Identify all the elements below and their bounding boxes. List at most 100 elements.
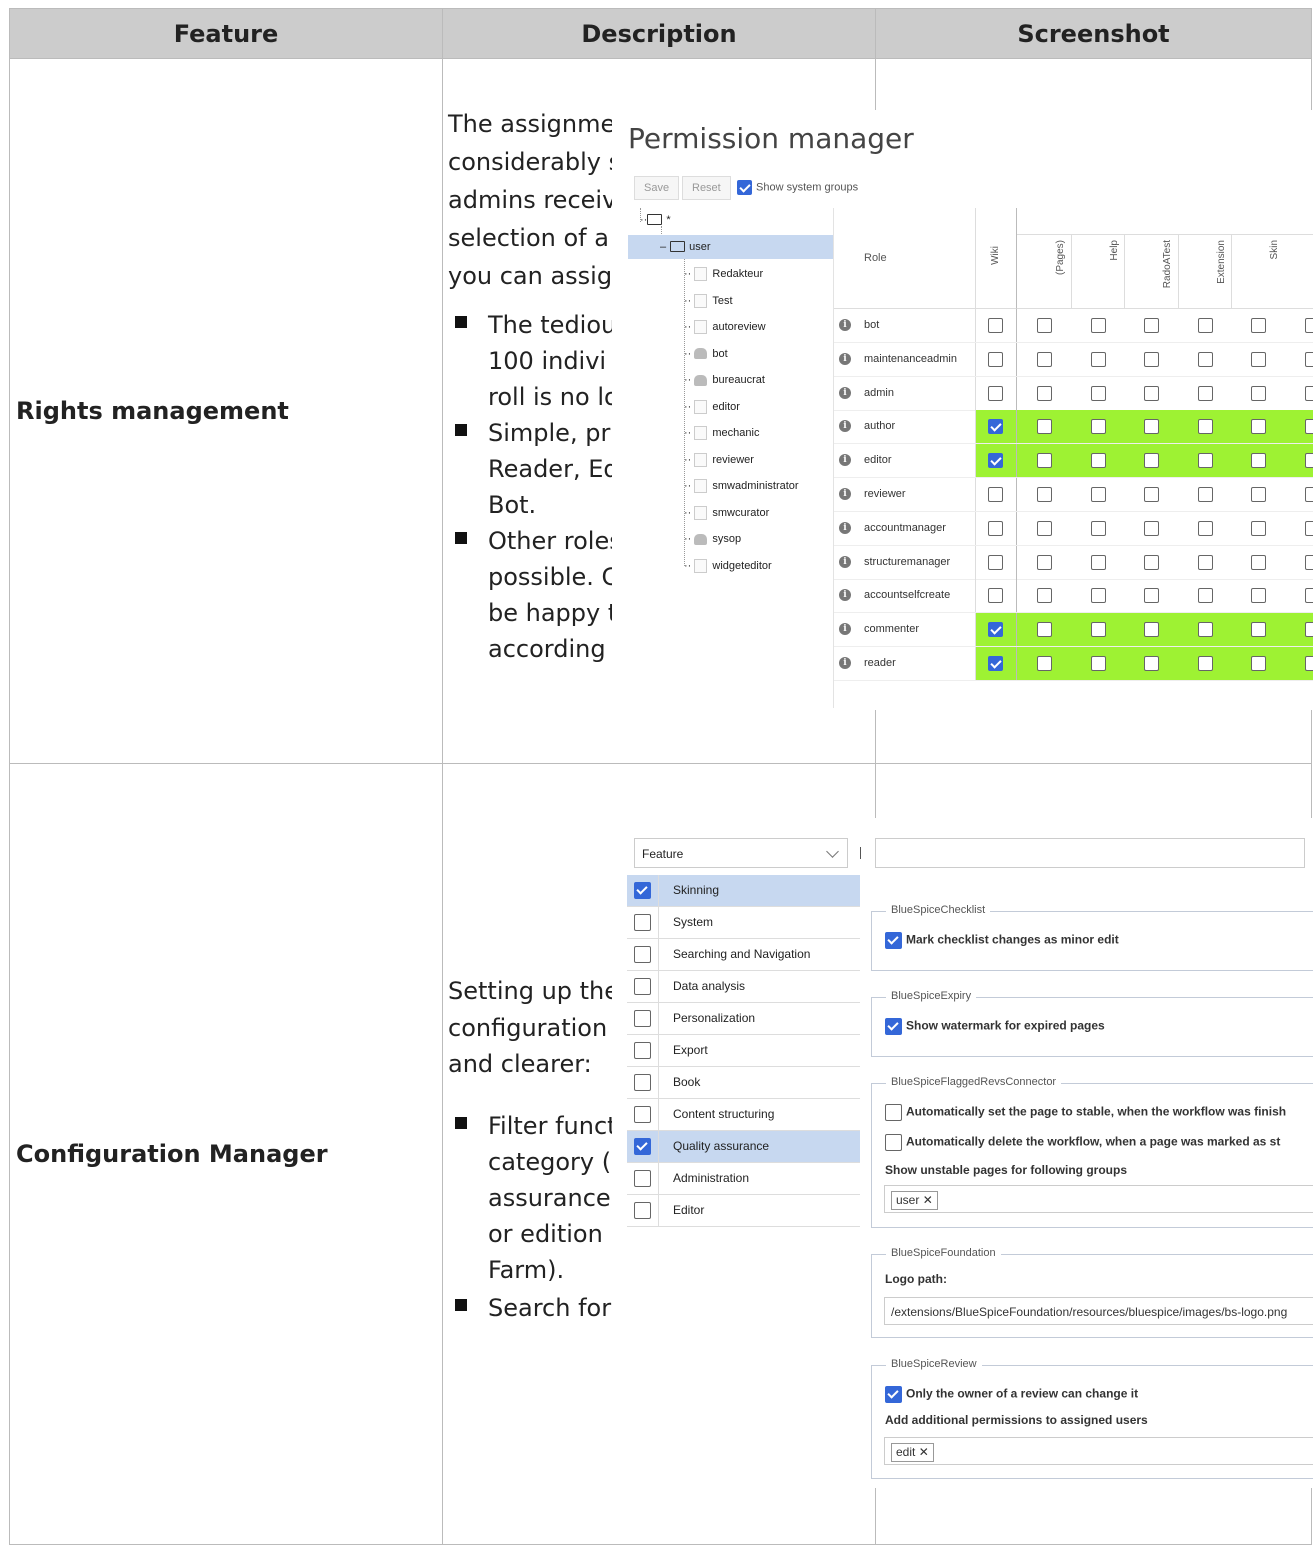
checkbox-permission[interactable] (1305, 352, 1313, 367)
checkbox-permission[interactable] (1144, 386, 1159, 401)
checkbox-permission[interactable] (1251, 386, 1266, 401)
checkbox-permission[interactable] (1251, 656, 1266, 671)
checkbox-permission[interactable] (1198, 419, 1213, 434)
checkbox-permission[interactable] (1037, 318, 1052, 333)
unstable-groups-input[interactable]: user ✕ (884, 1185, 1313, 1213)
checkbox-wiki[interactable] (988, 588, 1003, 603)
checkbox-permission[interactable] (1305, 521, 1313, 536)
checkbox-wiki[interactable] (988, 386, 1003, 401)
category-item[interactable]: Personalization (627, 1003, 860, 1035)
checkbox-permission[interactable] (1037, 555, 1052, 570)
checkbox-permission[interactable] (1251, 487, 1266, 502)
save-button[interactable]: Save (634, 176, 679, 200)
checkbox-permission[interactable] (1198, 622, 1213, 637)
checkbox-permission[interactable] (1091, 588, 1106, 603)
search-input[interactable] (875, 838, 1305, 868)
category-item[interactable]: Searching and Navigation (627, 939, 860, 971)
reset-button[interactable]: Reset (682, 176, 731, 200)
checkbox-wiki[interactable] (988, 656, 1003, 671)
checkbox-permission[interactable] (1091, 521, 1106, 536)
checkbox-permission[interactable] (1037, 419, 1052, 434)
checkbox-permission[interactable] (1091, 453, 1106, 468)
logo-path-input[interactable]: /extensions/BlueSpiceFoundation/resource… (884, 1297, 1313, 1325)
category-item[interactable]: Book (627, 1067, 860, 1099)
category-item[interactable]: Skinning (627, 875, 860, 907)
category-item[interactable]: Data analysis (627, 971, 860, 1003)
checkbox-permission[interactable] (1037, 588, 1052, 603)
category-item[interactable]: Administration (627, 1163, 860, 1195)
checkbox-permission[interactable] (1091, 318, 1106, 333)
checkbox-permission[interactable] (1144, 555, 1159, 570)
option-expiry-watermark[interactable]: Show watermark for expired pages (885, 1018, 1105, 1035)
checkbox-permission[interactable] (1305, 487, 1313, 502)
checkbox-permission[interactable] (1305, 318, 1313, 333)
tree-node[interactable]: ·· mechanic (684, 421, 759, 445)
checkbox-permission[interactable] (1198, 555, 1213, 570)
checkbox-permission[interactable] (1305, 419, 1313, 434)
checkbox-permission[interactable] (1198, 318, 1213, 333)
checkbox-permission[interactable] (1198, 588, 1213, 603)
tree-node[interactable]: ·· autoreview (684, 315, 766, 339)
tree-node[interactable]: ·· editor (684, 395, 740, 419)
info-icon[interactable]: i (839, 420, 851, 432)
tree-node-user[interactable]: –user (628, 235, 833, 259)
checkbox-wiki[interactable] (988, 555, 1003, 570)
checkbox-permission[interactable] (1251, 521, 1266, 536)
checkbox-permission[interactable] (1037, 487, 1052, 502)
checkbox-permission[interactable] (1037, 656, 1052, 671)
checkbox-permission[interactable] (1037, 352, 1052, 367)
checkbox-permission[interactable] (1198, 656, 1213, 671)
checkbox-wiki[interactable] (988, 521, 1003, 536)
info-icon[interactable]: i (839, 657, 851, 669)
checkbox-permission[interactable] (1037, 622, 1052, 637)
info-icon[interactable]: i (839, 556, 851, 568)
checkbox-permission[interactable] (1144, 521, 1159, 536)
show-system-groups-toggle[interactable]: Show system groups (737, 180, 858, 195)
checkbox-permission[interactable] (1251, 588, 1266, 603)
info-icon[interactable]: i (839, 319, 851, 331)
checkbox-permission[interactable] (1144, 352, 1159, 367)
tree-node[interactable]: ·· sysop (684, 527, 741, 551)
category-item[interactable]: Quality assurance (627, 1131, 860, 1163)
tree-node[interactable]: ·· smwcurator (684, 501, 769, 525)
option-review-owner[interactable]: Only the owner of a review can change it (885, 1386, 1138, 1403)
checkbox-permission[interactable] (1251, 453, 1266, 468)
tree-node[interactable]: ·· smwadministrator (684, 474, 799, 498)
checkbox-wiki[interactable] (988, 487, 1003, 502)
tree-node[interactable]: ·· Test (684, 289, 733, 313)
checkbox-permission[interactable] (1251, 555, 1266, 570)
checkbox-permission[interactable] (1198, 521, 1213, 536)
checkbox-permission[interactable] (1305, 555, 1313, 570)
category-item[interactable]: Content structuring (627, 1099, 860, 1131)
info-icon[interactable]: i (839, 353, 851, 365)
checkbox-permission[interactable] (1091, 622, 1106, 637)
checkbox-permission[interactable] (1091, 386, 1106, 401)
tag-edit[interactable]: edit ✕ (891, 1443, 934, 1462)
tag-user[interactable]: user ✕ (891, 1191, 938, 1210)
info-icon[interactable]: i (839, 488, 851, 500)
checkbox-permission[interactable] (1144, 588, 1159, 603)
checkbox-permission[interactable] (1091, 487, 1106, 502)
review-perm-input[interactable]: edit ✕ (884, 1437, 1313, 1465)
checkbox-permission[interactable] (1091, 419, 1106, 434)
tree-node[interactable]: ·· bureaucrat (684, 368, 765, 392)
filter-select[interactable]: Feature (634, 838, 848, 868)
checkbox-wiki[interactable] (988, 352, 1003, 367)
checkbox-permission[interactable] (1305, 453, 1313, 468)
tree-node[interactable]: ·· reviewer (684, 448, 754, 472)
checkbox-wiki[interactable] (988, 622, 1003, 637)
checkbox-permission[interactable] (1305, 656, 1313, 671)
info-icon[interactable]: i (839, 387, 851, 399)
option-auto-stable[interactable]: Automatically set the page to stable, wh… (885, 1104, 1286, 1121)
checkbox-permission[interactable] (1198, 453, 1213, 468)
info-icon[interactable]: i (839, 522, 851, 534)
info-icon[interactable]: i (839, 623, 851, 635)
checkbox-permission[interactable] (1251, 352, 1266, 367)
checkbox-permission[interactable] (1198, 352, 1213, 367)
tree-node[interactable]: ·· Redakteur (684, 262, 763, 286)
tree-node[interactable]: ·· widgeteditor (684, 554, 772, 578)
checkbox-permission[interactable] (1251, 622, 1266, 637)
option-auto-delete[interactable]: Automatically delete the workflow, when … (885, 1134, 1280, 1151)
checkbox-permission[interactable] (1251, 318, 1266, 333)
category-item[interactable]: Export (627, 1035, 860, 1067)
